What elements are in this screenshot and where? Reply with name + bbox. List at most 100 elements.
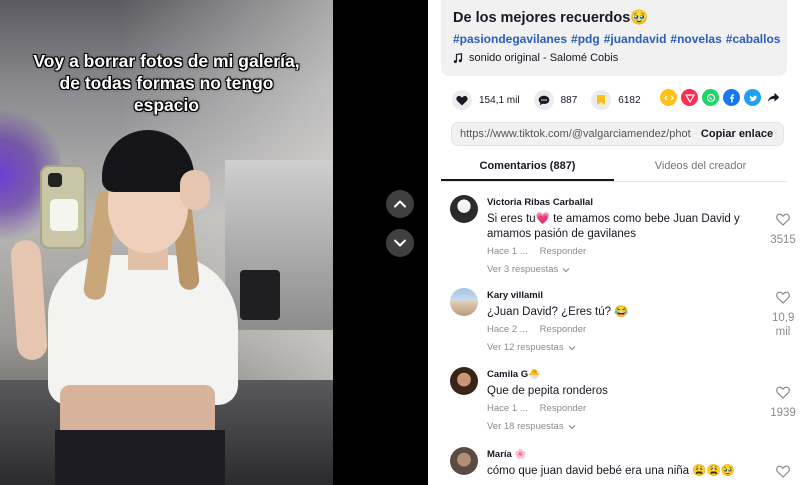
chevron-up-icon (394, 200, 406, 208)
comment-icon-wrap (533, 90, 554, 110)
comment-like[interactable]: 3515 (766, 213, 800, 247)
reply-button[interactable]: Responder (540, 403, 586, 414)
hand (180, 170, 210, 210)
heart-icon (456, 95, 468, 105)
comment-username[interactable]: Victoria Ribas Carballal (487, 197, 757, 209)
comment-username[interactable]: Camila G🐣 (487, 369, 757, 381)
person-pants (55, 430, 225, 485)
embed-icon[interactable] (660, 89, 677, 106)
view-replies-label: Ver 18 respuestas (487, 421, 564, 432)
caption-line-1: Voy a borrar fotos de mi galería, (33, 51, 300, 71)
video-pane: Voy a borrar fotos de mi galería, de tod… (0, 0, 428, 485)
comment-like[interactable]: 10,9 mil (766, 291, 800, 339)
phone-camera (48, 173, 62, 187)
link-copy-box: https://www.tiktok.com/@valgarciamendez/… (451, 122, 784, 146)
comment-body: Kary villamil ¿Juan David? ¿Eres tú? 😂 H… (487, 290, 757, 353)
heart-outline-icon (776, 291, 790, 304)
hashtag-list: #pasiondegavilanes #pdg #juandavid #novelas… (453, 31, 780, 47)
comment-username[interactable]: María 🌸 (487, 449, 757, 461)
save-action[interactable]: 6182 (591, 90, 641, 110)
bookmark-icon (597, 95, 606, 105)
share-arrow-icon[interactable] (765, 89, 782, 106)
share-buttons (660, 89, 782, 106)
heart-outline-icon (776, 213, 790, 226)
save-icon-wrap (591, 90, 612, 110)
avatar[interactable] (450, 447, 478, 475)
avatar[interactable] (450, 288, 478, 316)
heart-outline-icon (776, 386, 790, 399)
reply-button[interactable]: Responder (540, 324, 586, 335)
action-bar: 154,1 mil 887 6182 (452, 89, 792, 111)
view-replies-label: Ver 12 respuestas (487, 342, 564, 353)
comment-count: 887 (560, 94, 578, 106)
comment-like[interactable]: 1939 (766, 386, 800, 420)
twitter-icon[interactable] (744, 89, 761, 106)
next-video-button[interactable] (386, 229, 414, 257)
avatar[interactable] (450, 367, 478, 395)
comment-like[interactable] (766, 465, 800, 483)
phone-wallet (50, 199, 78, 231)
hashtag-link[interactable]: #juandavid (604, 32, 667, 46)
comment-text: Si eres tu💗 te amamos como bebe Juan Dav… (487, 213, 740, 240)
reply-button[interactable]: Responder (540, 246, 586, 257)
whatsapp-icon[interactable] (702, 89, 719, 106)
hashtag-link[interactable]: #pdg (571, 32, 600, 46)
avatar[interactable] (450, 195, 478, 223)
like-count: 154,1 mil (479, 94, 520, 106)
tab-creator-videos[interactable]: Videos del creador (614, 152, 787, 181)
description-card: De los mejores recuerdos🥹 #pasiondegavil… (441, 0, 787, 76)
comment-text: ¿Juan David? ¿Eres tú? 😂 (487, 306, 629, 318)
comment-time: Hace 1 ... (487, 246, 528, 257)
like-icon-wrap (452, 90, 472, 110)
hashtag-link[interactable]: #novelas (670, 32, 721, 46)
share-url-field[interactable]: https://www.tiktok.com/@valgarciamendez/… (452, 128, 691, 140)
comment-time: Hace 2 ... (487, 324, 528, 335)
comment-bubble-icon (538, 95, 549, 105)
person-shirt (48, 255, 238, 405)
comment-text: cómo que juan david bebé era una niña 😩😩… (487, 465, 736, 477)
chevron-down-icon (568, 424, 576, 429)
like-action[interactable]: 154,1 mil (452, 90, 520, 110)
copy-link-button[interactable]: Copiar enlace (691, 128, 783, 140)
comment-username[interactable]: Kary villamil (487, 290, 757, 302)
save-count: 6182 (618, 94, 641, 106)
send-icon[interactable] (681, 89, 698, 106)
comment-like-count: 10,9 mil (772, 312, 795, 338)
arm (9, 239, 49, 361)
facebook-icon[interactable] (723, 89, 740, 106)
previous-video-button[interactable] (386, 190, 414, 218)
caption-line-2: de todas formas no tengo (59, 73, 274, 93)
view-replies-button[interactable]: Ver 3 respuestas (487, 264, 757, 275)
photo-caption: Voy a borrar fotos de mi galería, de tod… (20, 50, 313, 116)
photo-frame[interactable]: Voy a borrar fotos de mi galería, de tod… (0, 0, 333, 485)
stool (240, 270, 280, 320)
comment-time: Hace 1 ... (487, 403, 528, 414)
comment-body: María 🌸 cómo que juan david bebé era una… (487, 449, 757, 479)
music-link[interactable]: sonido original - Salomé Cobis (453, 52, 775, 64)
post-title: De los mejores recuerdos🥹 (453, 10, 649, 26)
heart-outline-icon (776, 465, 790, 478)
comment-body: Victoria Ribas Carballal Si eres tu💗 te … (487, 197, 757, 275)
detail-panel: De los mejores recuerdos🥹 #pasiondegavil… (428, 0, 800, 485)
caption-line-3: espacio (133, 95, 200, 115)
view-replies-label: Ver 3 respuestas (487, 264, 559, 275)
phone (40, 165, 86, 249)
tab-comments[interactable]: Comentarios (887) (441, 152, 614, 181)
tiktok-photo-page: Voy a borrar fotos de mi galería, de tod… (0, 0, 800, 485)
hashtag-link[interactable]: #caballos (726, 32, 781, 46)
comment-meta: Hace 2 ... Responder (487, 324, 757, 335)
comment-like-count: 1939 (770, 407, 796, 419)
chevron-down-icon (394, 239, 406, 247)
music-note-icon (453, 52, 463, 63)
comment-body: Camila G🐣 Que de pepita ronderos Hace 1 … (487, 369, 757, 432)
chevron-down-icon (562, 267, 570, 272)
comment-like-count: 3515 (770, 234, 796, 246)
view-replies-button[interactable]: Ver 12 respuestas (487, 342, 757, 353)
comment-text: Que de pepita ronderos (487, 385, 608, 397)
comment-list: Victoria Ribas Carballal Si eres tu💗 te … (441, 183, 800, 485)
view-replies-button[interactable]: Ver 18 respuestas (487, 421, 757, 432)
music-title: sonido original - Salomé Cobis (469, 52, 619, 64)
comment-action[interactable]: 887 (533, 90, 578, 110)
comment-meta: Hace 1 ... Responder (487, 246, 757, 257)
hashtag-link[interactable]: #pasiondegavilanes (453, 32, 567, 46)
